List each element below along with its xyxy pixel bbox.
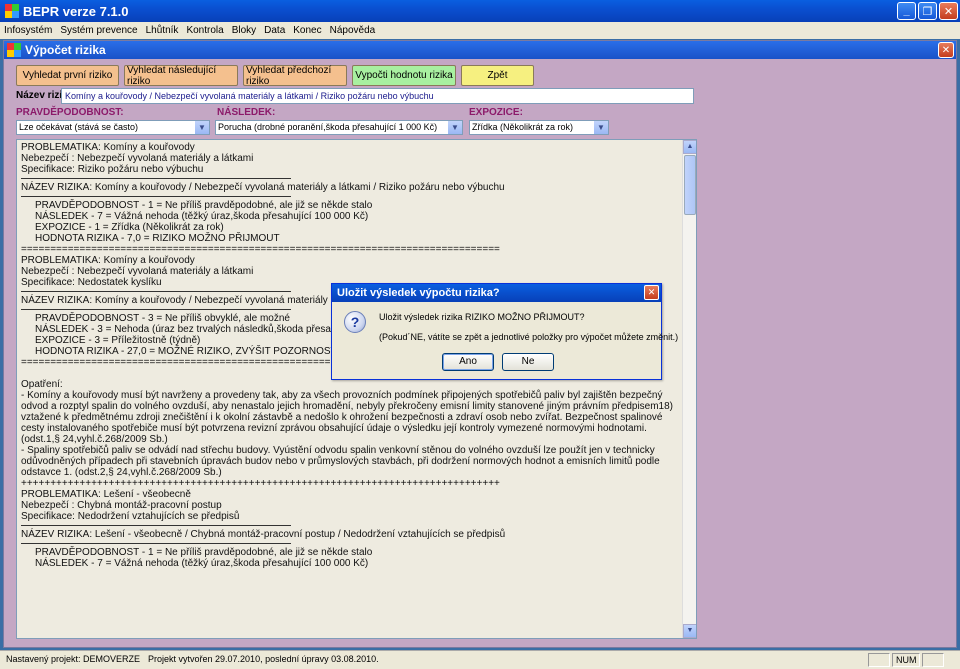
text-line: NÁZEV RIZIKA: Lešení - všeobecně / Chybn… <box>21 529 506 540</box>
text-line: ========================================… <box>21 244 500 255</box>
minimize-button[interactable]: _ <box>897 2 916 20</box>
probability-label: PRAVDĚPODOBNOST: <box>16 107 124 118</box>
text-line: Nebezpečí : Nebezpečí vyvolaná materiály… <box>21 153 254 164</box>
yes-button[interactable]: Ano <box>442 353 494 371</box>
menu-kontrola[interactable]: Kontrola <box>186 25 223 36</box>
compute-risk-button[interactable]: Vypočti hodnotu rizika <box>352 65 456 86</box>
status-panel <box>922 653 944 667</box>
risk-calc-titlebar: Výpočet rizika <box>4 41 956 59</box>
app-logo-icon <box>5 4 19 18</box>
text-line: HODNOTA RIZIKA - 7,0 = RIZIKO MOŽNO PŘIJ… <box>35 233 280 244</box>
text-line: - Komíny a kouřovody musí být navrženy a… <box>21 390 663 401</box>
vertical-scrollbar[interactable]: ▲ ▼ <box>682 140 696 638</box>
divider <box>21 309 291 310</box>
divider <box>21 525 291 526</box>
text-line: - Spaliny spotřebičů paliv se odvádí nad… <box>21 445 655 456</box>
status-bar: Nastavený projekt: DEMOVERZE Projekt vyt… <box>0 650 960 669</box>
risk-calc-title: Výpočet rizika <box>25 43 106 57</box>
probability-value: Lze očekávat (stává se často) <box>19 122 139 132</box>
text-line: PRAVDĚPODOBNOST - 1 = Ne příliš pravděpo… <box>35 547 373 558</box>
divider <box>21 196 291 197</box>
menu-system-prevence[interactable]: Systém prevence <box>60 25 137 36</box>
text-line: Specifikace: Riziko požáru nebo výbuchu <box>21 164 204 175</box>
results-textarea[interactable]: PROBLEMATIKA: Komíny a kouřovody Nebezpe… <box>16 139 697 639</box>
chevron-down-icon[interactable]: ▼ <box>594 121 608 134</box>
text-line: EXPOZICE - 1 = Zřídka (Několikrát za rok… <box>35 222 224 233</box>
menu-lhutnik[interactable]: Lhůtník <box>146 25 179 36</box>
text-line: NÁSLEDEK - 7 = Vážná nehoda (těžký úraz,… <box>35 558 369 569</box>
app-titlebar: BEPR verze 7.1.0 _ ❐ ✕ <box>0 0 960 22</box>
exposure-select[interactable]: Zřídka (Několikrát za rok) ▼ <box>469 120 609 135</box>
text-line: PRAVDĚPODOBNOST - 1 = Ne příliš pravděpo… <box>35 200 373 211</box>
text-line: Specifikace: Nedodržení vztahujících se … <box>21 511 240 522</box>
toolbar: Vyhledat první riziko Vyhledat následují… <box>16 65 539 87</box>
text-line: (odst.1,§ 24,vyhl.č.268/2009 Sb.) <box>21 434 168 445</box>
menu-bloky[interactable]: Bloky <box>232 25 256 36</box>
divider <box>21 178 291 179</box>
status-project: Nastavený projekt: DEMOVERZE <box>6 654 141 664</box>
menu-bar: Infosystém Systém prevence Lhůtník Kontr… <box>0 22 960 39</box>
restore-button[interactable]: ❐ <box>918 2 937 20</box>
divider <box>21 543 291 544</box>
exposure-value: Zřídka (Několikrát za rok) <box>472 122 574 132</box>
menu-konec[interactable]: Konec <box>293 25 321 36</box>
status-panel <box>868 653 890 667</box>
text-line: NÁZEV RIZIKA: Komíny a kouřovody / Nebez… <box>21 182 505 193</box>
text-line: vztažené k předmětnému zdroji znečištění… <box>21 412 663 423</box>
app-title: BEPR verze 7.1.0 <box>23 3 129 19</box>
text-line: cesty instalovaného spotřebiče musí být … <box>21 423 647 434</box>
probability-select[interactable]: Lze očekávat (stává se často) ▼ <box>16 120 210 135</box>
text-line: odůvodněných případech při stavebních úp… <box>21 456 660 467</box>
text-line: Nebezpečí : Chybná montáž-pracovní postu… <box>21 500 222 511</box>
save-result-dialog: Uložit výsledek výpočtu rizika? ✕ ? Ulož… <box>331 283 678 380</box>
scroll-down-icon[interactable]: ▼ <box>683 624 696 638</box>
text-line: NÁSLEDEK - 7 = Vážná nehoda (těžký úraz,… <box>35 211 369 222</box>
menu-infosystem[interactable]: Infosystém <box>4 25 52 36</box>
close-window-button[interactable]: ✕ <box>938 42 954 58</box>
no-button[interactable]: Ne <box>502 353 554 371</box>
exposure-label: EXPOZICE: <box>469 107 523 118</box>
dialog-close-button[interactable]: ✕ <box>644 285 659 300</box>
chevron-down-icon[interactable]: ▼ <box>448 121 462 134</box>
dialog-title: Uložit výsledek výpočtu rizika? ✕ <box>332 284 661 302</box>
menu-napoveda[interactable]: Nápověda <box>330 25 376 36</box>
consequence-value: Porucha (drobné poranění,škoda přesahují… <box>218 122 438 132</box>
consequence-select[interactable]: Porucha (drobné poranění,škoda přesahují… <box>215 120 463 135</box>
num-lock-indicator: NUM <box>896 655 917 665</box>
text-line: odstavce 1. (odst.2,§ 24,vyhl.č.268/2009… <box>21 467 222 478</box>
consequence-label: NÁSLEDEK: <box>217 107 276 118</box>
text-line: odvod a rozptyl spalin do volného ovzduš… <box>21 401 674 412</box>
text-line: PROBLEMATIKA: Komíny a kouřovody <box>21 255 195 266</box>
selected-text: NÁZEV RIZIKA <box>21 182 90 193</box>
text-line: Nebezpečí : Nebezpečí vyvolaná materiály… <box>21 266 254 277</box>
text-line: Opatření: <box>21 379 63 390</box>
divider <box>21 291 291 292</box>
dialog-note: (Pokud´NE, vátíte se zpět a jednotlivé p… <box>379 332 679 342</box>
close-app-button[interactable]: ✕ <box>939 2 958 20</box>
find-previous-button[interactable]: Vyhledat předchozí riziko <box>243 65 347 87</box>
text-line: PROBLEMATIKA: Lešení - všeobecně <box>21 489 191 500</box>
scroll-thumb[interactable] <box>684 155 696 215</box>
scroll-up-icon[interactable]: ▲ <box>683 140 696 154</box>
text-line: PROBLEMATIKA: Komíny a kouřovody <box>21 142 195 153</box>
chevron-down-icon[interactable]: ▼ <box>195 121 209 134</box>
menu-data[interactable]: Data <box>264 25 285 36</box>
question-icon: ? <box>344 311 366 333</box>
dialog-message: Uložit výsledek rizika RIZIKO MOŽNO PŘIJ… <box>379 312 585 322</box>
window-logo-icon <box>7 43 21 57</box>
text-line: ++++++++++++++++++++++++++++++++++++++++… <box>21 478 500 489</box>
back-button[interactable]: Zpět <box>461 65 534 86</box>
find-next-button[interactable]: Vyhledat následující riziko <box>124 65 238 87</box>
find-first-button[interactable]: Vyhledat první riziko <box>16 65 119 86</box>
status-num-panel: NUM <box>892 653 920 667</box>
status-project-dates: Projekt vytvořen 29.07.2010, poslední úp… <box>148 654 379 664</box>
risk-name-input[interactable]: Komíny a kouřovody / Nebezpečí vyvolaná … <box>61 88 694 104</box>
